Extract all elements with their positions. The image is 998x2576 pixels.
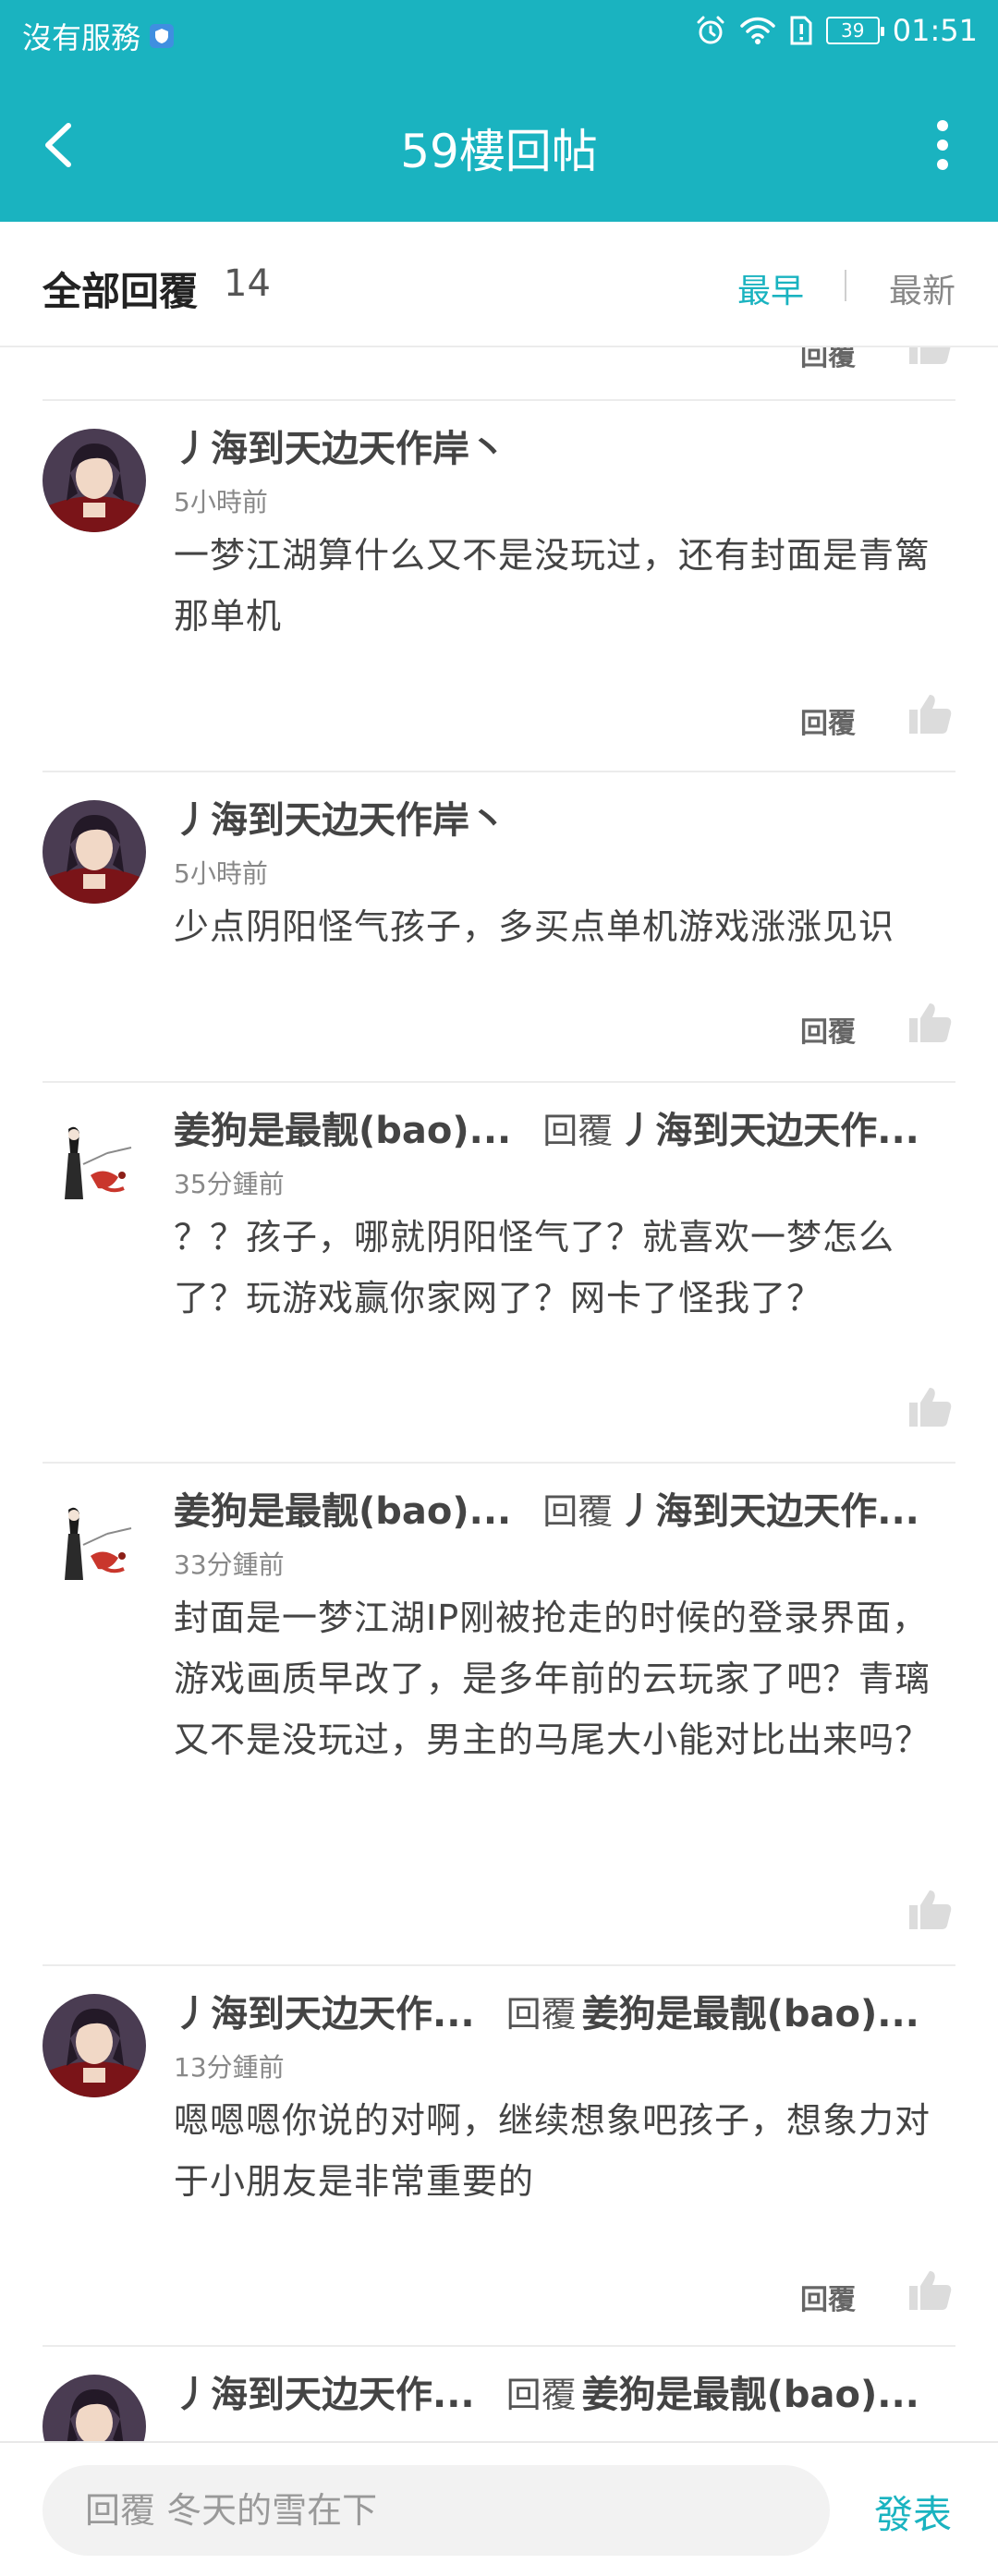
clock: 01:51 bbox=[892, 13, 978, 48]
avatar-image bbox=[43, 1491, 146, 1595]
comment-header: 丿海到天边天作岸丶 bbox=[174, 791, 961, 843]
comment-text: 少点阴阳怪气孩子，多买点单机游戏涨涨见识 bbox=[174, 906, 895, 947]
author-name[interactable]: 丿海到天边天作... bbox=[174, 2365, 475, 2417]
author-name[interactable]: 姜狗是最靓(bao)... bbox=[174, 1101, 511, 1153]
comment-item: 丿海到天边天作... 回覆 姜狗是最靓(bao)... bbox=[0, 2345, 998, 2441]
page-title: 59樓回帖 bbox=[400, 125, 598, 178]
comment-header: 姜狗是最靓(bao)... 回覆 丿海到天边天作... bbox=[174, 1482, 961, 1534]
reply-button[interactable]: 回覆 bbox=[800, 700, 856, 741]
author-name[interactable]: 丿海到天边天作... bbox=[174, 1985, 475, 2036]
avatar-image bbox=[43, 1111, 146, 1214]
reply-target-name[interactable]: 丿海到天边天作... bbox=[618, 1482, 919, 1534]
comment-header: 丿海到天边天作岸丶 bbox=[174, 419, 961, 471]
replies-header: 全部回覆 14 最早 最新 bbox=[0, 222, 998, 347]
avatar-image bbox=[43, 429, 146, 532]
previous-comment-footer: 回覆 bbox=[0, 347, 998, 399]
avatar-image bbox=[43, 2375, 146, 2441]
comment-header: 丿海到天边天作... 回覆 姜狗是最靓(bao)... bbox=[174, 1985, 961, 2036]
comment-item: 丿海到天边天作岸丶 5小時前 少点阴阳怪气孩子，多买点单机游戏涨涨见识 回覆 bbox=[0, 771, 998, 1081]
comment-item: 姜狗是最靓(bao)... 回覆 丿海到天边天作... 33分鍾前 封面是一梦江… bbox=[0, 1462, 998, 1964]
comment-time: 35分鍾前 bbox=[174, 1169, 285, 1199]
wifi-icon bbox=[740, 17, 775, 44]
comment-time: 5小時前 bbox=[174, 858, 268, 889]
comment-time: 13分鍾前 bbox=[174, 2052, 285, 2083]
reply-composer: 發表 bbox=[0, 2441, 998, 2576]
alarm-icon bbox=[697, 16, 724, 44]
comment-header: 丿海到天边天作... 回覆 姜狗是最靓(bao)... bbox=[174, 2365, 961, 2417]
reply-button[interactable]: 回覆 bbox=[800, 2277, 856, 2317]
reply-to-label: 回覆 bbox=[505, 2374, 577, 2415]
avatar[interactable] bbox=[43, 2375, 146, 2441]
comment-item: 丿海到天边天作岸丶 5小時前 一梦江湖算什么又不是没玩过，还有封面是青篱那单机 … bbox=[0, 399, 998, 771]
comment-header: 姜狗是最靓(bao)... 回覆 丿海到天边天作... bbox=[174, 1101, 961, 1153]
carrier-text: 沒有服務 bbox=[22, 20, 141, 55]
comment-time: 5小時前 bbox=[174, 487, 268, 517]
battery-level: 39 bbox=[841, 19, 865, 42]
status-right: 39 01:51 bbox=[695, 13, 978, 48]
avatar[interactable] bbox=[43, 429, 146, 532]
reply-to-label: 回覆 bbox=[542, 1110, 614, 1151]
comment-item: 丿海到天边天作... 回覆 姜狗是最靓(bao)... 13分鍾前 嗯嗯嗯你说的… bbox=[0, 1964, 998, 2345]
reply-target-name[interactable]: 姜狗是最靓(bao)... bbox=[582, 1985, 919, 2036]
thumbs-up-icon[interactable] bbox=[907, 1384, 952, 1428]
thumbs-up-icon[interactable] bbox=[907, 1000, 952, 1044]
shield-icon bbox=[150, 24, 175, 48]
send-button[interactable]: 發表 bbox=[874, 2484, 952, 2540]
comment-time: 33分鍾前 bbox=[174, 1549, 285, 1580]
avatar[interactable] bbox=[43, 1491, 146, 1595]
avatar[interactable] bbox=[43, 800, 146, 904]
thumbs-up-icon[interactable] bbox=[907, 2267, 952, 2312]
comment-text: 封面是一梦江湖IP刚被抢走的时候的登录界面，游戏画质早改了，是多年前的云玩家了吧… bbox=[174, 1598, 931, 1760]
comment-item: 姜狗是最靓(bao)... 回覆 丿海到天边天作... 35分鍾前 ？？孩子，哪… bbox=[0, 1081, 998, 1462]
battery-indicator: 39 bbox=[825, 17, 884, 44]
avatar-image bbox=[43, 1994, 146, 2097]
avatar[interactable] bbox=[43, 1994, 146, 2097]
sim-alert-icon bbox=[790, 16, 812, 45]
thumbs-up-icon[interactable] bbox=[907, 691, 952, 735]
reply-button[interactable]: 回覆 bbox=[800, 347, 856, 373]
reply-button[interactable]: 回覆 bbox=[800, 1009, 856, 1050]
avatar[interactable] bbox=[43, 1111, 146, 1214]
reply-target-name[interactable]: 丿海到天边天作... bbox=[618, 1101, 919, 1153]
comment-text: 一梦江湖算什么又不是没玩过，还有封面是青篱那单机 bbox=[174, 535, 931, 637]
author-name[interactable]: 丿海到天边天作岸丶 bbox=[174, 419, 506, 471]
nav-bar: 59樓回帖 bbox=[0, 68, 998, 222]
author-name[interactable]: 丿海到天边天作岸丶 bbox=[174, 791, 506, 843]
sort-earliest-tab[interactable]: 最早 bbox=[737, 264, 804, 312]
comment-text: 嗯嗯嗯你说的对啊，继续想象吧孩子，想象力对于小朋友是非常重要的 bbox=[174, 2100, 931, 2202]
thumbs-up-icon[interactable] bbox=[907, 1887, 952, 1931]
comment-text: ？？孩子，哪就阴阳怪气了？就喜欢一梦怎么了？玩游戏赢你家网了？网卡了怪我了？ bbox=[174, 1217, 895, 1318]
reply-target-name[interactable]: 姜狗是最靓(bao)... bbox=[582, 2365, 919, 2417]
replies-count: 14 bbox=[224, 262, 271, 305]
status-left: 沒有服務 bbox=[22, 15, 176, 57]
reply-input[interactable] bbox=[43, 2465, 830, 2556]
sort-latest-tab[interactable]: 最新 bbox=[889, 264, 955, 312]
reply-to-label: 回覆 bbox=[542, 1490, 614, 1532]
more-options-icon[interactable] bbox=[915, 113, 970, 177]
status-bar: 沒有服務 39 01:51 bbox=[0, 0, 998, 68]
sort-divider bbox=[845, 270, 846, 301]
author-name[interactable]: 姜狗是最靓(bao)... bbox=[174, 1482, 511, 1534]
replies-title: 全部回覆 bbox=[43, 269, 199, 314]
avatar-image bbox=[43, 800, 146, 904]
thumbs-up-icon[interactable] bbox=[907, 347, 952, 366]
reply-to-label: 回覆 bbox=[505, 1993, 577, 2035]
